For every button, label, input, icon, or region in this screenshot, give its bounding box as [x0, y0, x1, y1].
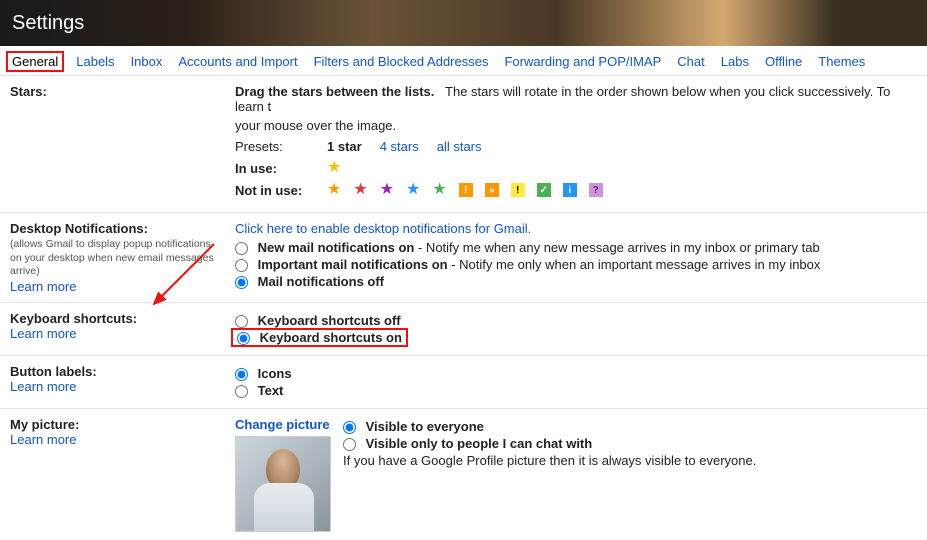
tab-filters[interactable]: Filters and Blocked Addresses [314, 54, 489, 69]
radio-icons[interactable] [235, 368, 248, 381]
important-mail-label: Important mail notifications on [258, 257, 448, 272]
not-in-use-label: Not in use: [235, 183, 327, 198]
new-mail-desc: - Notify me when any new message arrives… [414, 240, 819, 255]
radio-shortcuts-on[interactable] [237, 332, 250, 345]
desktop-title: Desktop Notifications: [10, 221, 148, 236]
button-labels-title: Button labels: [10, 364, 97, 379]
section-stars: Stars: Drag the stars between the lists.… [0, 76, 927, 213]
text-label: Text [258, 383, 284, 398]
preset-1star[interactable]: 1 star [327, 139, 362, 154]
page-title: Settings [12, 12, 84, 35]
section-button-labels: Button labels: Learn more Icons Text [0, 356, 927, 409]
visible-chat-label: Visible only to people I can chat with [366, 436, 593, 451]
picture-title: My picture: [10, 417, 79, 432]
presets-label: Presets: [235, 139, 309, 154]
new-mail-label: New mail notifications on [258, 240, 415, 255]
star-red-icon[interactable]: ★ [353, 182, 367, 198]
desktop-sub: (allows Gmail to display popup notificat… [10, 238, 225, 279]
radio-visible-everyone[interactable] [343, 421, 356, 434]
tab-labs[interactable]: Labs [721, 54, 749, 69]
radio-text[interactable] [235, 385, 248, 398]
desktop-learn-more[interactable]: Learn more [10, 279, 76, 294]
shortcuts-on-label: Keyboard shortcuts on [260, 330, 402, 345]
stars-instruction-line2: your mouse over the image. [235, 118, 917, 133]
star-green-icon[interactable]: ★ [432, 182, 446, 198]
tab-themes[interactable]: Themes [818, 54, 865, 69]
keyboard-title: Keyboard shortcuts: [10, 311, 137, 326]
section-desktop-notifications: Desktop Notifications: (allows Gmail to … [0, 213, 927, 303]
star-purple-icon[interactable]: ★ [380, 182, 394, 198]
section-my-picture: My picture: Learn more Change picture Vi… [0, 409, 927, 540]
change-picture-link[interactable]: Change picture [235, 417, 330, 432]
radio-important-mail[interactable] [235, 259, 248, 272]
tab-labels[interactable]: Labels [76, 54, 114, 69]
stars-instruction-bold: Drag the stars between the lists. [235, 84, 434, 99]
tab-offline[interactable]: Offline [765, 54, 802, 69]
preset-allstars[interactable]: all stars [437, 139, 482, 154]
title-bar: Settings [0, 0, 927, 46]
shortcuts-on-highlight: Keyboard shortcuts on [231, 328, 408, 347]
radio-visible-chat[interactable] [343, 438, 356, 451]
button-labels-learn-more[interactable]: Learn more [10, 379, 76, 394]
star-yellow-icon[interactable]: ★ [327, 160, 341, 176]
tab-general[interactable]: General [6, 51, 64, 72]
star-orange-icon[interactable]: ★ [327, 182, 341, 198]
tab-accounts[interactable]: Accounts and Import [178, 54, 297, 69]
picture-learn-more[interactable]: Learn more [10, 432, 76, 447]
bang-yellow-icon[interactable]: ! [511, 183, 525, 197]
tab-chat[interactable]: Chat [677, 54, 704, 69]
avatar-image[interactable] [235, 436, 331, 532]
bang-orange-icon[interactable]: ! [459, 183, 473, 197]
tab-forwarding[interactable]: Forwarding and POP/IMAP [504, 54, 661, 69]
stars-title: Stars: [10, 84, 47, 99]
radio-shortcuts-off[interactable] [235, 315, 248, 328]
icons-label: Icons [258, 366, 292, 381]
info-blue-icon[interactable]: i [563, 183, 577, 197]
arrows-orange-icon[interactable]: » [485, 183, 499, 197]
check-green-icon[interactable]: ✓ [537, 183, 551, 197]
star-blue-icon[interactable]: ★ [406, 182, 420, 198]
settings-tabs: General Labels Inbox Accounts and Import… [0, 46, 927, 76]
visible-everyone-label: Visible to everyone [366, 419, 484, 434]
mail-off-label: Mail notifications off [258, 274, 384, 289]
picture-note: If you have a Google Profile picture the… [343, 453, 756, 468]
radio-new-mail[interactable] [235, 242, 248, 255]
in-use-label: In use: [235, 161, 327, 176]
section-keyboard: Keyboard shortcuts: Learn more Keyboard … [0, 303, 927, 356]
important-mail-desc: - Notify me only when an important messa… [448, 257, 821, 272]
tab-inbox[interactable]: Inbox [131, 54, 163, 69]
radio-mail-off[interactable] [235, 276, 248, 289]
question-purple-icon[interactable]: ? [589, 183, 603, 197]
keyboard-learn-more[interactable]: Learn more [10, 326, 76, 341]
shortcuts-off-label: Keyboard shortcuts off [258, 313, 401, 328]
enable-desktop-link[interactable]: Click here to enable desktop notificatio… [235, 221, 531, 236]
preset-4stars[interactable]: 4 stars [380, 139, 419, 154]
